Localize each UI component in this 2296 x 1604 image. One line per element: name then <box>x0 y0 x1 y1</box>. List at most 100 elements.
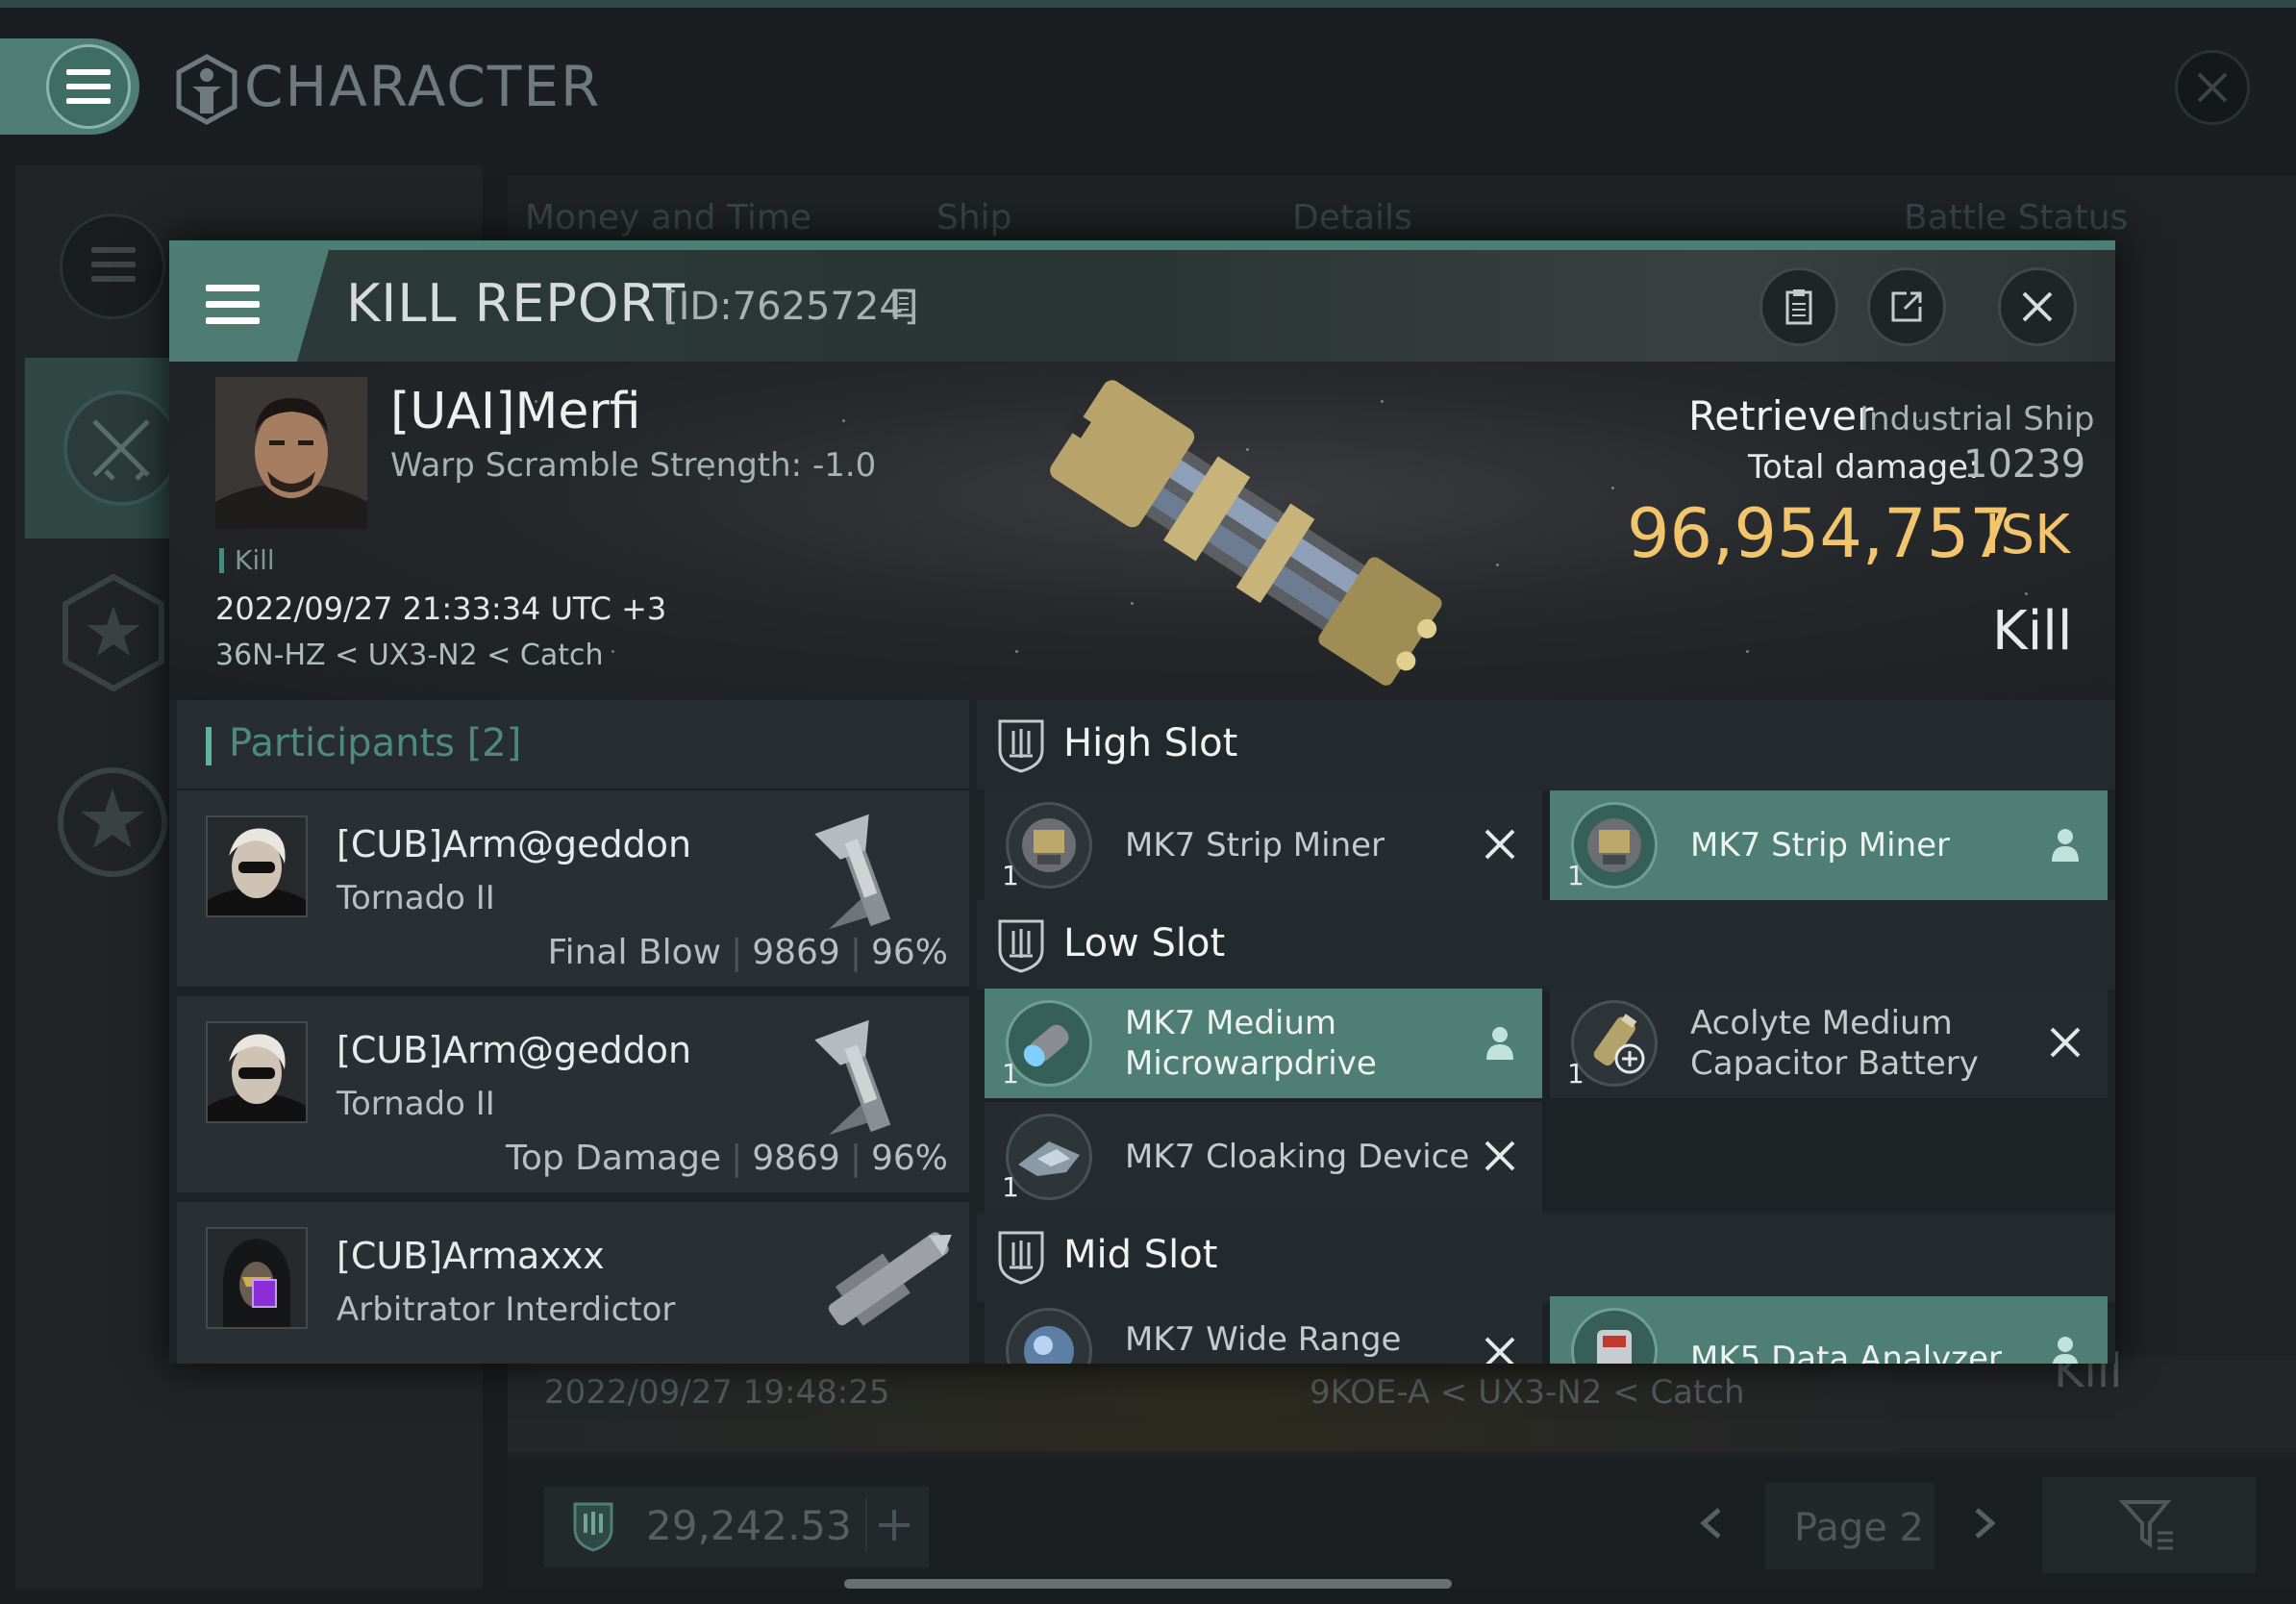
ship-name[interactable]: Retriever <box>1688 392 1873 439</box>
filter-icon <box>2119 1500 2173 1550</box>
mid-slot-header: Mid Slot <box>977 1212 2115 1302</box>
tab-money-and-time[interactable]: Money and Time <box>525 198 811 238</box>
wallet-shield-icon <box>573 1502 613 1552</box>
filter-button[interactable] <box>2042 1477 2256 1573</box>
arbitrator-ship-image <box>828 1232 952 1326</box>
add-funds-button[interactable] <box>865 1498 921 1552</box>
participant-portrait <box>206 815 308 917</box>
high-slot-icon <box>998 719 1044 773</box>
next-page-button[interactable] <box>1971 1504 2000 1552</box>
module-item[interactable]: 1 MK7 Cloaking Device <box>985 1102 1542 1212</box>
top-strip <box>0 0 2296 8</box>
destroyed-x-icon <box>2050 1027 2081 1058</box>
isk-value: 96,954,757 <box>1627 494 2012 573</box>
kill-tag: Kill <box>235 544 275 576</box>
victim-name[interactable]: [UAI]Merfi <box>390 383 641 440</box>
module-name: MK7 Strip Miner <box>1125 826 1385 865</box>
module-name: Acolyte Medium Capacitor Battery <box>1690 1004 1979 1083</box>
participants-title: Participants [2] <box>229 721 521 765</box>
participants-label: Participants <box>229 721 455 765</box>
participant-row[interactable]: [CUB]Arm@geddon Tornado II Top Damage | 98… <box>177 996 969 1192</box>
module-name: MK7 Medium Microwarpdrive <box>1125 1004 1377 1083</box>
participant-row[interactable]: [CUB]Arm@geddon Tornado II Final Blow | 98… <box>177 790 969 987</box>
module-name: MK7 Cloaking Device <box>1125 1138 1470 1176</box>
high-slot-header: High Slot <box>977 700 2115 790</box>
participant-portrait <box>206 1227 308 1329</box>
dropped-person-icon <box>1486 1027 1513 1060</box>
mid-slot-title: Mid Slot <box>1063 1233 1218 1277</box>
wallet-value: 29,242.53 <box>646 1502 852 1549</box>
module-quantity: 1 <box>1002 860 1019 891</box>
close-character-button[interactable] <box>2175 50 2250 125</box>
isk-unit: ISK <box>1984 504 2070 566</box>
external-link-icon <box>1891 291 1922 322</box>
participant-row[interactable]: [CUB]Armaxxx Arbitrator Interdictor <box>177 1202 969 1364</box>
dialog-title: KILL REPORT <box>346 273 686 334</box>
module-item[interactable]: MK7 Wide Range <box>985 1296 1542 1364</box>
participant-percent: 96% <box>870 1139 948 1178</box>
kill-location: 36N-HZ < UX3-N2 < Catch <box>215 639 604 672</box>
chevron-right-icon <box>1975 1508 1996 1539</box>
participant-portrait <box>206 1021 308 1123</box>
participant-percent: 96% <box>870 933 948 972</box>
participant-name[interactable]: [CUB]Armaxxx <box>337 1235 605 1277</box>
module-quantity: 1 <box>1567 1058 1585 1090</box>
module-item[interactable]: 1 Acolyte Medium Capacitor Battery <box>1550 989 2108 1098</box>
main-menu-button[interactable] <box>0 38 139 135</box>
destroyed-x-icon <box>1485 1337 1515 1364</box>
participant-ship: Arbitrator Interdictor <box>337 1291 676 1329</box>
kill-timestamp: 2022/09/27 21:33:34 UTC +3 <box>215 590 667 627</box>
participant-role: Top Damage <box>505 1139 722 1178</box>
clipboard-button[interactable] <box>1759 267 1838 346</box>
close-icon <box>2197 72 2228 103</box>
participant-name[interactable]: [CUB]Arm@geddon <box>337 823 691 865</box>
crossed-swords-icon <box>63 390 179 506</box>
dialog-top-accent <box>169 240 2115 250</box>
copy-icon[interactable] <box>892 288 919 321</box>
participant-damage: 9869 <box>752 1139 840 1178</box>
module-item[interactable]: 1 MK7 Medium Microwarpdrive <box>985 989 1542 1098</box>
star-medal-icon[interactable] <box>56 765 169 879</box>
plus-icon <box>879 1510 910 1541</box>
background-row-location: 9KOE-A < UX3-N2 < Catch <box>1310 1373 1745 1412</box>
chevron-left-icon <box>1700 1508 1721 1539</box>
tab-battle-status[interactable]: Battle Status <box>1904 198 2128 238</box>
total-damage-value: 10239 <box>1963 442 2086 487</box>
module-item[interactable]: 1 MK7 Strip Miner <box>1550 790 2108 900</box>
module-quantity: 1 <box>1002 1058 1019 1090</box>
star-badge-icon[interactable] <box>62 573 165 692</box>
participants-count: [2] <box>466 721 522 765</box>
module-name: MK7 Wide Range <box>1125 1320 1402 1359</box>
destroyed-x-icon <box>1485 1140 1515 1171</box>
participant-stats: Top Damage | 9869 | 96% <box>505 1139 948 1178</box>
low-slot-icon <box>998 919 1044 973</box>
tab-details[interactable]: Details <box>1292 198 1412 238</box>
ship-class: Industrial Ship <box>1859 400 2095 439</box>
destroyed-x-icon <box>1485 829 1515 860</box>
close-icon <box>2022 291 2053 322</box>
mid-slot-icon <box>998 1231 1044 1285</box>
participant-name[interactable]: [CUB]Arm@geddon <box>337 1029 691 1071</box>
total-damage-label: Total damage: <box>1748 448 1980 487</box>
rail-menu-button[interactable] <box>60 213 165 319</box>
tab-ship[interactable]: Ship <box>936 198 1012 238</box>
module-item[interactable]: MK5 Data Analyzer <box>1550 1296 2108 1364</box>
low-slot-header: Low Slot <box>977 900 2115 990</box>
share-button[interactable] <box>1867 267 1946 346</box>
dropped-person-icon <box>2052 829 2079 862</box>
module-item[interactable]: 1 MK7 Strip Miner <box>985 790 1542 900</box>
module-name: MK7 Strip Miner <box>1690 826 1951 865</box>
close-dialog-button[interactable] <box>1998 267 2077 346</box>
page-title: CHARACTER <box>244 54 602 119</box>
participant-ship: Tornado II <box>337 1085 495 1123</box>
background-row-date: 2022/09/27 19:48:25 <box>544 1373 890 1412</box>
character-logo-icon <box>176 54 237 125</box>
menu-icon <box>206 285 260 324</box>
warp-scramble-strength: Warp Scramble Strength: -1.0 <box>390 446 877 485</box>
victim-portrait[interactable] <box>215 377 367 529</box>
kill-tag-marker <box>219 548 224 573</box>
retriever-ship-image[interactable] <box>938 375 1535 692</box>
result-label: Kill <box>1992 600 2073 663</box>
previous-page-button[interactable] <box>1696 1504 1725 1552</box>
module-quantity: 1 <box>1567 860 1585 891</box>
